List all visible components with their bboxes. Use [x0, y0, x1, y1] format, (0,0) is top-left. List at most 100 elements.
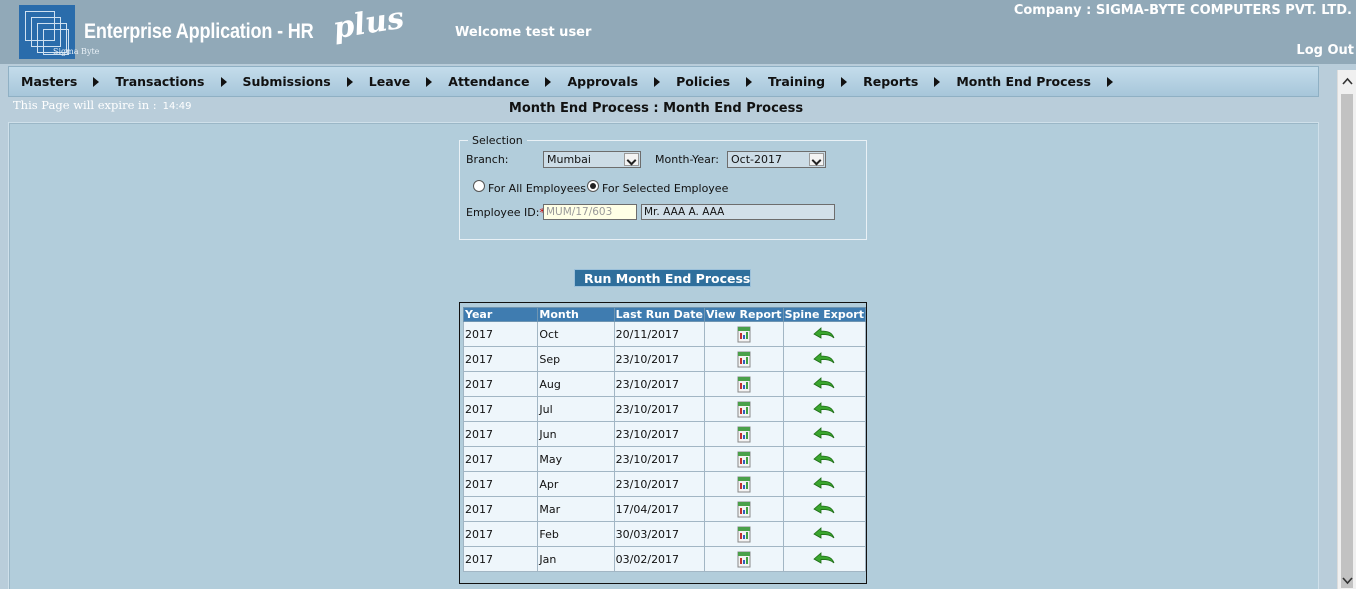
- menu-attendance[interactable]: Attendance: [448, 74, 567, 89]
- cell-view-report: [703, 321, 784, 347]
- report-icon[interactable]: [737, 500, 751, 518]
- radio-all-employees-label: For All Employees: [488, 182, 587, 195]
- run-button-label: Run Month End Process: [584, 270, 751, 286]
- export-arrow-icon[interactable]: [813, 402, 835, 416]
- col-month: Month: [537, 307, 615, 322]
- menu-label: Submissions: [242, 74, 331, 89]
- cell-month: Aug: [537, 371, 615, 397]
- report-icon[interactable]: [737, 475, 751, 493]
- cell-spine-export: [782, 346, 867, 372]
- cell-view-report: [703, 346, 784, 372]
- report-icon[interactable]: [737, 525, 751, 543]
- cell-spine-export: [782, 546, 867, 572]
- branch-select[interactable]: Mumbai: [543, 151, 641, 168]
- submenu-arrow-icon: [426, 76, 433, 87]
- export-arrow-icon[interactable]: [813, 477, 835, 491]
- chevron-up-icon: [1342, 77, 1353, 85]
- export-arrow-icon[interactable]: [813, 352, 835, 366]
- cell-view-report: [703, 471, 784, 497]
- menu-transactions[interactable]: Transactions: [115, 74, 242, 89]
- report-icon[interactable]: [737, 550, 751, 568]
- cell-spine-export: [782, 421, 867, 447]
- cell-view-report: [703, 371, 784, 397]
- cell-spine-export: [782, 396, 867, 422]
- cell-spine-export: [782, 371, 867, 397]
- export-arrow-icon[interactable]: [813, 427, 835, 441]
- employee-id-input[interactable]: MUM/17/603: [543, 204, 637, 220]
- table-row: 2017 Feb 30/03/2017: [462, 521, 867, 547]
- menu-masters[interactable]: Masters: [21, 74, 115, 89]
- report-icon[interactable]: [737, 400, 751, 418]
- table-row: 2017 Jan 03/02/2017: [462, 546, 867, 572]
- cell-year: 2017: [462, 471, 539, 497]
- app-header: Sigma Byte Enterprise Application - HR p…: [0, 0, 1356, 64]
- menu-label: Month End Process: [956, 74, 1091, 89]
- submenu-arrow-icon: [93, 76, 100, 87]
- submenu-arrow-icon: [934, 76, 941, 87]
- cell-spine-export: [782, 446, 867, 472]
- cell-year: 2017: [462, 446, 539, 472]
- report-icon[interactable]: [737, 375, 751, 393]
- menu-policies[interactable]: Policies: [676, 74, 768, 89]
- cell-view-report: [703, 446, 784, 472]
- cell-spine-export: [782, 496, 867, 522]
- scroll-thumb[interactable]: [1341, 94, 1353, 588]
- cell-last-run-date: 23/10/2017: [613, 471, 705, 497]
- report-icon[interactable]: [737, 425, 751, 443]
- export-arrow-icon[interactable]: [813, 502, 835, 516]
- menu-approvals[interactable]: Approvals: [567, 74, 676, 89]
- employee-id-label-text: Employee ID:: [466, 206, 540, 219]
- menu-submissions[interactable]: Submissions: [243, 74, 369, 89]
- cell-last-run-date: 23/10/2017: [613, 346, 705, 372]
- logout-link[interactable]: Log Out: [1296, 43, 1354, 58]
- export-arrow-icon[interactable]: [813, 327, 835, 341]
- branch-label: Branch:: [466, 153, 509, 166]
- menu-month-end-process[interactable]: Month End Process: [956, 74, 1129, 89]
- chevron-down-icon: [624, 153, 639, 166]
- month-year-select[interactable]: Oct-2017: [727, 151, 826, 168]
- radio-all-employees[interactable]: [473, 180, 485, 192]
- table-row: 2017 Sep 23/10/2017: [462, 346, 867, 372]
- export-arrow-icon[interactable]: [813, 377, 835, 391]
- table-row: 2017 Mar 17/04/2017: [462, 496, 867, 522]
- cell-spine-export: [782, 471, 867, 497]
- scroll-down-button[interactable]: [1338, 572, 1356, 589]
- report-icon[interactable]: [737, 350, 751, 368]
- cell-last-run-date: 03/02/2017: [613, 546, 705, 572]
- menu-label: Attendance: [448, 74, 530, 89]
- submenu-arrow-icon: [654, 76, 661, 87]
- cell-year: 2017: [462, 321, 539, 347]
- menu-training[interactable]: Training: [768, 74, 863, 89]
- cell-last-run-date: 17/04/2017: [613, 496, 705, 522]
- menu-reports[interactable]: Reports: [863, 74, 956, 89]
- submenu-arrow-icon: [346, 76, 353, 87]
- report-icon[interactable]: [737, 325, 751, 343]
- cell-view-report: [703, 496, 784, 522]
- vertical-scrollbar[interactable]: [1337, 70, 1356, 589]
- menu-label: Policies: [676, 74, 731, 89]
- cell-year: 2017: [462, 346, 539, 372]
- export-arrow-icon[interactable]: [813, 527, 835, 541]
- cell-year: 2017: [462, 371, 539, 397]
- scroll-up-button[interactable]: [1338, 73, 1356, 90]
- cell-month: Jul: [537, 396, 615, 422]
- chevron-down-icon: [809, 153, 824, 166]
- menu-leave[interactable]: Leave: [369, 74, 449, 89]
- chevron-down-icon: [1342, 577, 1353, 585]
- run-month-end-process-button[interactable]: Run Month End Process: [574, 269, 751, 287]
- month-end-history-table: Year Month Last Run Date View Report Spi…: [459, 302, 867, 584]
- cell-last-run-date: 30/03/2017: [613, 521, 705, 547]
- report-icon[interactable]: [737, 450, 751, 468]
- cell-month: Apr: [537, 471, 615, 497]
- menu-label: Reports: [863, 74, 919, 89]
- menu-label: Masters: [21, 74, 78, 89]
- export-arrow-icon[interactable]: [813, 452, 835, 466]
- table-row: 2017 Apr 23/10/2017: [462, 471, 867, 497]
- col-year: Year: [462, 307, 539, 322]
- export-arrow-icon[interactable]: [813, 552, 835, 566]
- menu-label: Leave: [368, 74, 411, 89]
- cell-month: Jun: [537, 421, 615, 447]
- cell-month: May: [537, 446, 615, 472]
- submenu-arrow-icon: [746, 76, 753, 87]
- radio-selected-employee[interactable]: [587, 180, 599, 192]
